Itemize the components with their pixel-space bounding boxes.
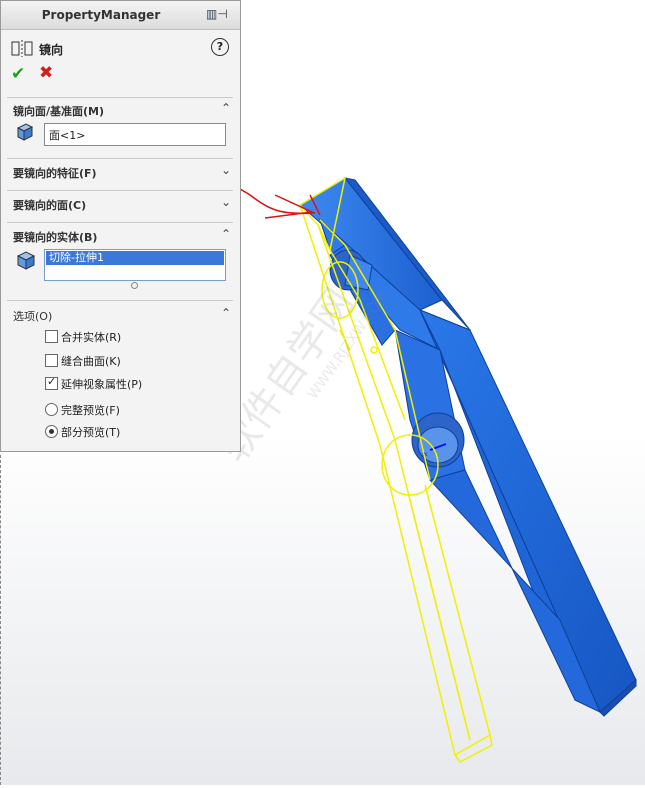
mirror-face-selection-box[interactable]: 面<1> [44, 123, 226, 146]
body-list-item[interactable]: 切除-拉伸1 [46, 251, 224, 265]
full-preview-label: 完整预览(F) [61, 404, 120, 417]
chevron-down-icon[interactable]: ⌄ [221, 195, 231, 209]
face-plane-icon [16, 123, 34, 141]
knit-surfaces-label: 缝合曲面(K) [61, 355, 121, 368]
panel-titlebar: PropertyManager ▥⊣ [1, 1, 240, 30]
section-features-label: 要镜向的特征(F) [13, 167, 97, 180]
chevron-down-icon[interactable]: ⌄ [221, 163, 231, 177]
propagate-visual-label: 延伸视象属性(P) [61, 378, 143, 391]
partial-preview-label: 部分预览(T) [61, 426, 121, 439]
section-bodies-label: 要镜向的实体(B) [13, 231, 98, 244]
section-faces[interactable]: 要镜向的面(C) ⌄ [7, 190, 233, 212]
solid-body-icon [16, 251, 36, 270]
feature-name: 镜向 [39, 43, 64, 57]
chevron-up-icon[interactable]: ⌃ [221, 306, 231, 320]
property-manager-panel: PropertyManager ▥⊣ 镜向 ? ✔ ✖ 镜向面/基准面(M) ⌃… [0, 0, 241, 452]
blue-model-body[interactable]: * [299, 177, 637, 717]
pin-icon[interactable]: ▥⊣ [206, 7, 234, 23]
resize-handle[interactable] [131, 282, 138, 289]
section-options[interactable]: 选项(O) ⌃ [7, 300, 233, 323]
panel-title: PropertyManager [41, 8, 161, 22]
section-mirror-face-label: 镜向面/基准面(M) [13, 105, 105, 118]
section-bodies[interactable]: 要镜向的实体(B) ⌃ [7, 222, 233, 244]
merge-bodies-checkbox[interactable] [45, 330, 58, 343]
section-faces-label: 要镜向的面(C) [13, 199, 87, 212]
bodies-selection-list[interactable]: 切除-拉伸1 [44, 249, 226, 281]
ok-check-icon[interactable]: ✔ [11, 64, 25, 84]
chevron-up-icon[interactable]: ⌃ [221, 101, 231, 115]
panel-divider [0, 455, 2, 785]
propagate-visual-checkbox[interactable] [45, 375, 58, 390]
help-icon[interactable]: ? [211, 38, 229, 56]
section-features[interactable]: 要镜向的特征(F) ⌄ [7, 158, 233, 180]
cancel-x-icon[interactable]: ✖ [39, 63, 53, 83]
partial-preview-radio[interactable] [45, 425, 58, 438]
knit-surfaces-checkbox[interactable] [45, 354, 58, 367]
merge-bodies-label: 合并实体(R) [61, 331, 122, 344]
mirror-face-value: 面<1> [49, 129, 86, 142]
mirror-feature-icon [11, 40, 33, 57]
section-mirror-face[interactable]: 镜向面/基准面(M) ⌃ [7, 97, 233, 118]
full-preview-radio[interactable] [45, 403, 58, 416]
feature-header: 镜向 ? [11, 38, 231, 57]
section-options-label: 选项(O) [13, 310, 53, 323]
chevron-up-icon[interactable]: ⌃ [221, 227, 231, 241]
